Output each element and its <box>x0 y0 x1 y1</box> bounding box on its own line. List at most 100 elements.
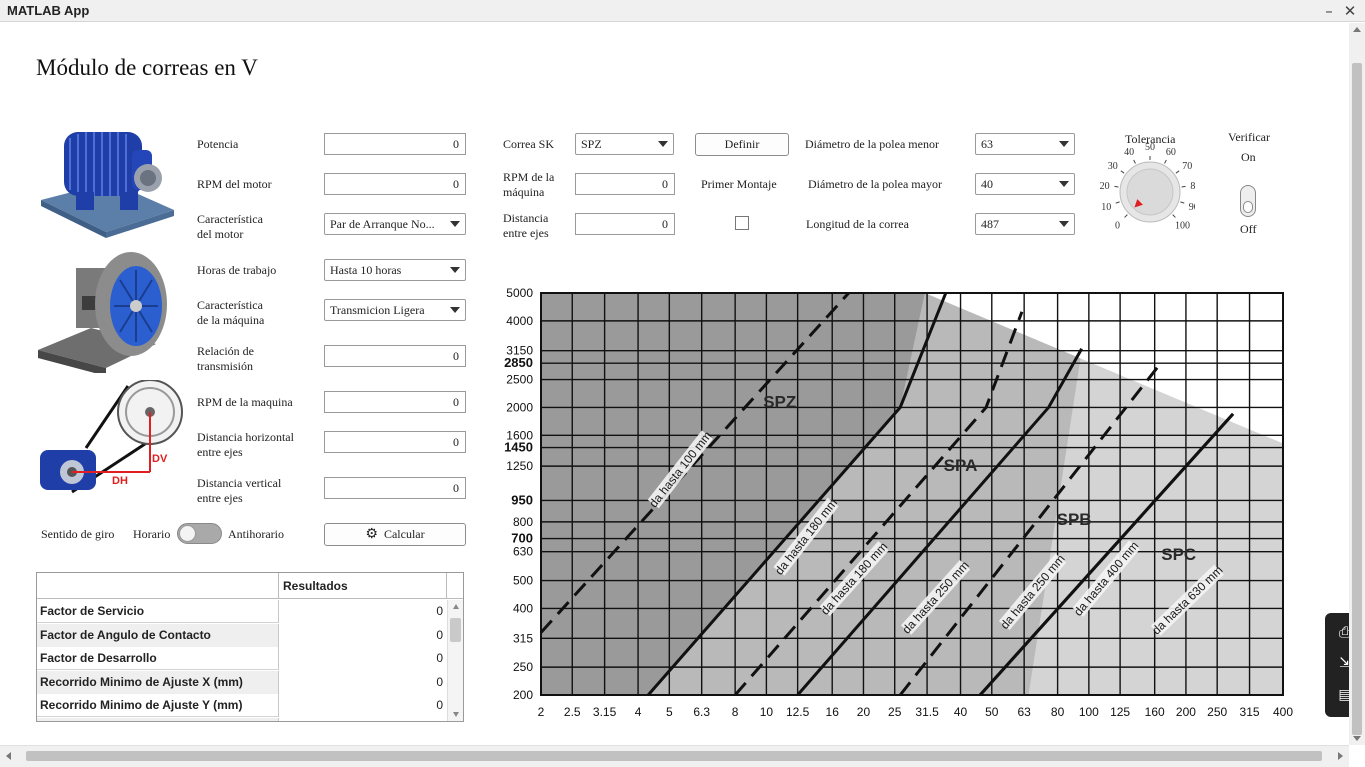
y-tick-label: 3150 <box>506 344 533 358</box>
chevron-down-icon <box>450 307 460 313</box>
y-tick-label: 2000 <box>506 400 533 414</box>
polea-mayor-dropdown[interactable]: 40 <box>975 173 1075 195</box>
knob-tick <box>1175 170 1180 174</box>
knob-tick <box>1114 185 1119 188</box>
scroll-up-icon[interactable] <box>1353 27 1361 32</box>
knob-tick-label: 70 <box>1182 161 1192 172</box>
x-tick-label: 63 <box>1017 705 1031 719</box>
belt-selection-chart: 2002503154005006307008009501250145016002… <box>504 286 1293 719</box>
chevron-down-icon <box>1059 141 1069 147</box>
horas-dropdown[interactable]: Hasta 10 horas <box>324 259 466 281</box>
y-tick-label: 950 <box>511 492 533 507</box>
dist-h-field[interactable]: 0 <box>324 431 466 453</box>
rpm-maquina2-label: RPM de la máquina <box>503 170 555 199</box>
results-header: Resultados <box>279 573 447 599</box>
verificar-switch[interactable] <box>1240 185 1256 217</box>
y-tick-label: 1600 <box>506 428 533 442</box>
table-row[interactable]: Factor de Desarrollo 0 <box>37 647 447 670</box>
knob-tick-label: 30 <box>1108 161 1118 172</box>
close-button[interactable]: ✕ <box>1341 2 1359 20</box>
x-tick-label: 200 <box>1176 705 1196 719</box>
x-tick-label: 25 <box>888 705 902 719</box>
x-tick-label: 5 <box>666 705 673 719</box>
caract-maquina-dropdown[interactable]: Transmicion Ligera <box>324 299 466 321</box>
knob-tick <box>1133 159 1136 164</box>
polea-menor-label: Diámetro de la polea menor <box>805 137 939 151</box>
scroll-right-icon[interactable] <box>1338 752 1343 760</box>
switch-knob <box>179 525 196 542</box>
x-tick-label: 3.15 <box>593 705 617 719</box>
result-label: Factor de Angulo de Contacto <box>37 623 279 647</box>
dv-label: DV <box>152 453 168 465</box>
x-tick-label: 20 <box>857 705 871 719</box>
table-row[interactable]: Recorrido Minimo de Ajuste X (mm) 0 <box>37 670 447 694</box>
knob-tick-label: 80 <box>1190 181 1195 192</box>
scroll-down-icon[interactable] <box>453 712 459 717</box>
polea-menor-dropdown[interactable]: 63 <box>975 133 1075 155</box>
x-tick-label: 10 <box>760 705 774 719</box>
chevron-down-icon <box>1059 221 1069 227</box>
distancia-field[interactable]: 0 <box>575 213 675 235</box>
definir-button[interactable]: Definir <box>695 133 789 156</box>
rpm-motor-field[interactable]: 0 <box>324 173 466 195</box>
knob-tick <box>1115 201 1120 204</box>
window-title: MATLAB App <box>7 3 90 18</box>
tolerancia-knob[interactable]: 0 10 20 30 40 50 60 70 80 90 100 <box>1095 140 1195 240</box>
caract-motor-dropdown[interactable]: Par de Arranque No... <box>324 213 466 235</box>
primer-montaje-checkbox[interactable] <box>735 216 749 230</box>
chevron-down-icon <box>450 267 460 273</box>
gear-icon: ⚙ <box>365 526 378 542</box>
y-tick-label: 5000 <box>506 286 533 300</box>
result-value: 0 <box>279 623 447 647</box>
minimize-button[interactable]: – <box>1320 2 1338 20</box>
knob-tick <box>1180 201 1185 204</box>
scroll-up-icon[interactable] <box>453 604 459 609</box>
rpm-maquina-field[interactable]: 0 <box>324 391 466 413</box>
y-tick-label: 400 <box>513 601 533 615</box>
result-label: Recorrido Minimo de Ajuste X (mm) <box>37 670 279 694</box>
dist-v-field[interactable]: 0 <box>324 477 466 499</box>
calcular-button[interactable]: ⚙ Calcular <box>324 523 466 546</box>
result-label: Factor de Servicio <box>37 600 279 623</box>
window-title-bar <box>0 0 1365 22</box>
x-tick-label: 315 <box>1240 705 1260 719</box>
table-row[interactable]: Factor de Servicio 0 <box>37 600 447 623</box>
zone-label: SPZ <box>763 392 796 411</box>
dist-v-label: Distancia vertical entre ejes <box>197 476 282 505</box>
dist-h-label: Distancia horizontal entre ejes <box>197 430 294 459</box>
motor-illustration <box>41 132 174 238</box>
relacion-field[interactable]: 0 <box>324 345 466 367</box>
horizontal-scroll-thumb[interactable] <box>26 751 1322 761</box>
chevron-down-icon <box>658 141 668 147</box>
x-tick-label: 8 <box>732 705 739 719</box>
table-row[interactable]: Angulo de Contacto de la Polea Menor (°)… <box>37 717 447 721</box>
giro-switch[interactable] <box>177 523 222 544</box>
potencia-field[interactable]: 0 <box>324 133 466 155</box>
correa-sk-dropdown[interactable]: SPZ <box>575 133 674 155</box>
rpm-maquina2-field[interactable]: 0 <box>575 173 675 195</box>
table-row[interactable]: Recorrido Minimo de Ajuste Y (mm) 0 <box>37 694 447 717</box>
table-row[interactable]: Factor de Angulo de Contacto 0 <box>37 623 447 647</box>
results-scrollbar[interactable] <box>447 600 463 721</box>
results-header-blank <box>37 573 279 599</box>
distancia-label: Distancia entre ejes <box>503 211 549 240</box>
vertical-scrollbar[interactable] <box>1349 23 1365 745</box>
scroll-down-icon[interactable] <box>1353 736 1361 741</box>
vertical-scroll-thumb[interactable] <box>1352 63 1362 735</box>
scroll-thumb[interactable] <box>450 618 461 642</box>
x-tick-label: 2.5 <box>564 705 581 719</box>
y-tick-label: 700 <box>511 531 533 546</box>
x-tick-label: 40 <box>954 705 968 719</box>
horas-label: Horas de trabajo <box>197 263 277 277</box>
scroll-left-icon[interactable] <box>6 752 11 760</box>
result-value: 0 <box>279 717 447 721</box>
knob-tick-label: 100 <box>1175 221 1190 232</box>
longitud-dropdown[interactable]: 487 <box>975 213 1075 235</box>
knob-tick-label: 20 <box>1100 181 1110 192</box>
x-tick-label: 125 <box>1110 705 1130 719</box>
results-table[interactable]: Resultados Factor de Servicio 0 Factor de … <box>36 572 464 722</box>
fan-machine-illustration <box>38 252 167 373</box>
zone-label: SPC <box>1161 545 1196 564</box>
switch-knob <box>1243 201 1253 213</box>
horizontal-scrollbar[interactable] <box>0 745 1349 767</box>
